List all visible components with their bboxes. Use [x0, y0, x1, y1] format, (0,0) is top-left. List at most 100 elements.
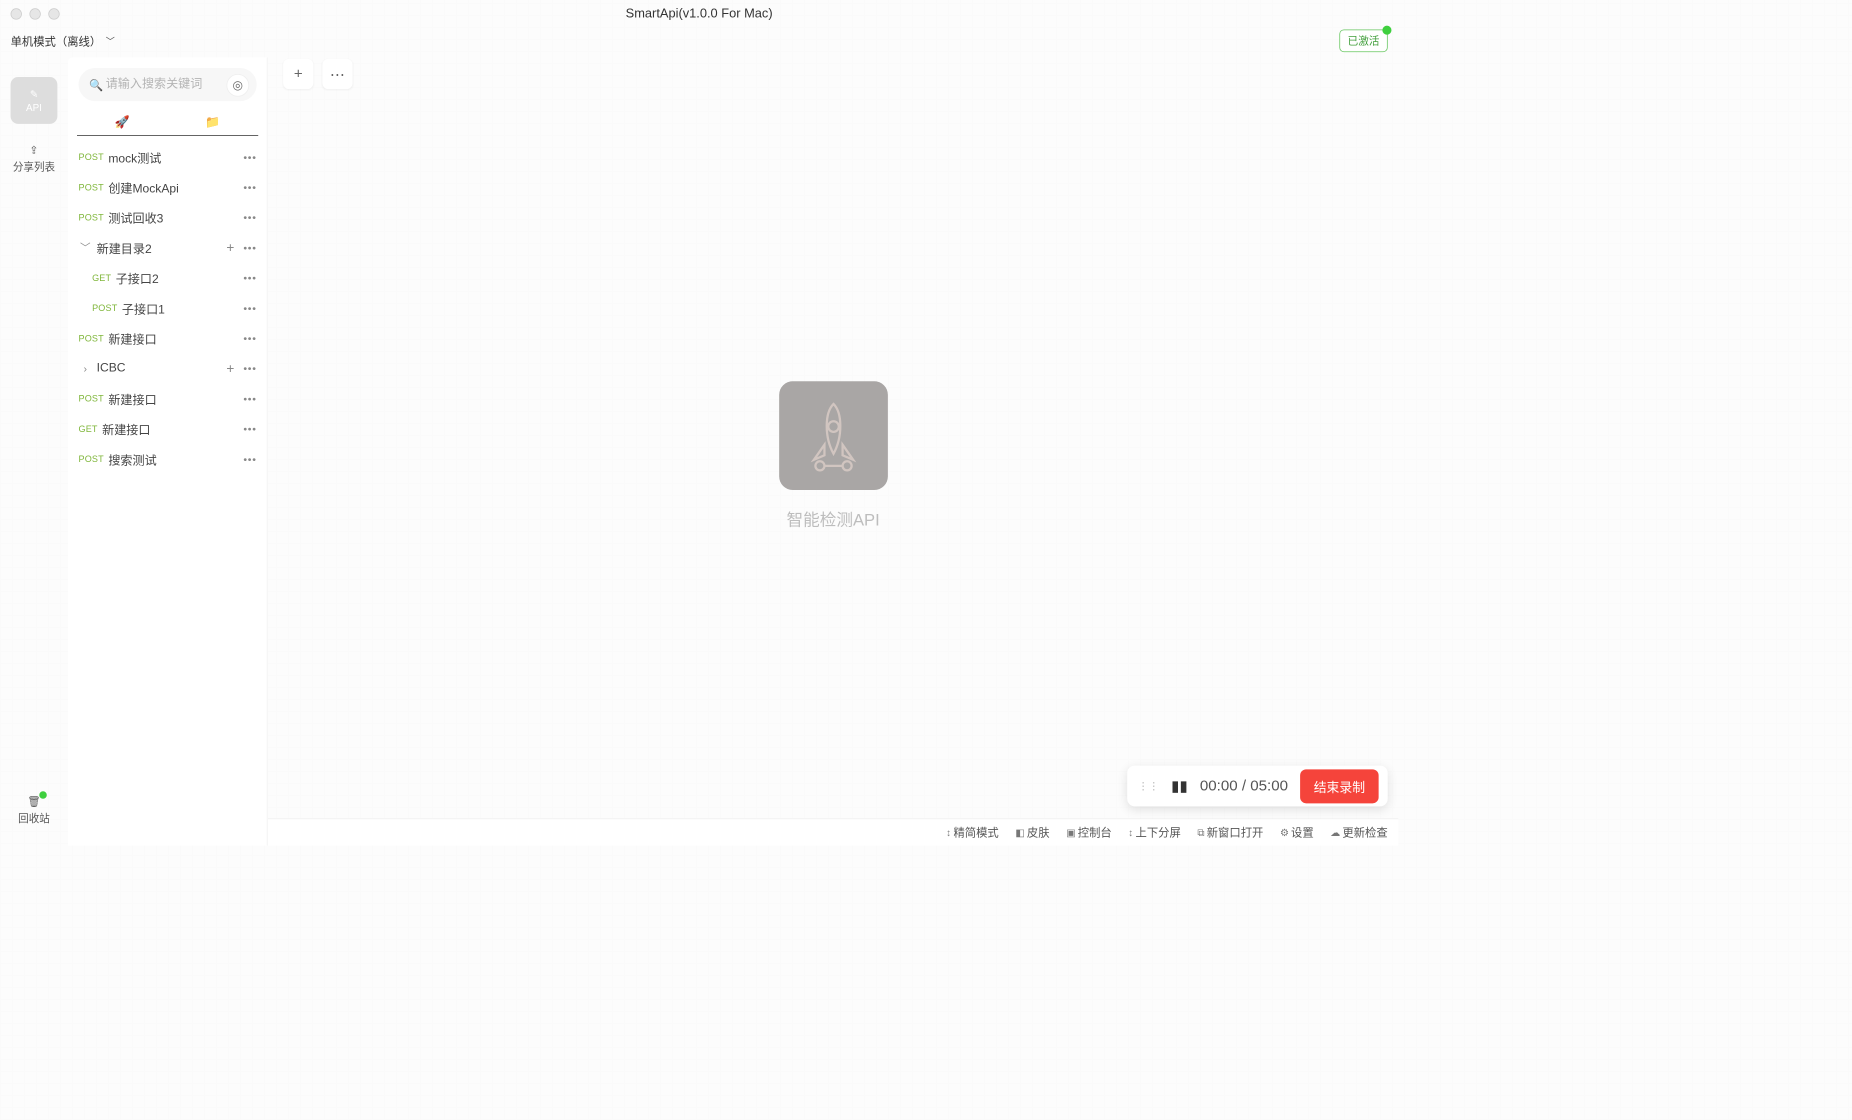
chevron-down-icon: ﹀: [106, 34, 115, 47]
mode-selector[interactable]: 单机模式（离线） ﹀: [11, 33, 115, 49]
gear-icon: ⚙: [1280, 826, 1289, 838]
nav-rail: ✎ API ⇪ 分享列表 🗑 回收站: [0, 54, 68, 845]
tab-rocket[interactable]: 🚀: [77, 109, 168, 135]
rail-trash-button[interactable]: 🗑 回收站: [18, 795, 50, 826]
api-row[interactable]: POST 新建接口 •••: [68, 323, 267, 353]
status-update[interactable]: ☁更新检查: [1330, 824, 1387, 840]
api-label: 搜索测试: [108, 450, 156, 468]
compact-icon: ↕: [946, 827, 951, 838]
window-title: SmartApi(v1.0.0 For Mac): [626, 6, 773, 21]
api-row[interactable]: POST 测试回收3 •••: [68, 202, 267, 232]
method-badge: POST: [79, 152, 104, 163]
empty-caption: 智能检测API: [787, 507, 880, 531]
api-label: 新建接口: [108, 390, 156, 408]
activation-badge[interactable]: 已激活: [1339, 29, 1387, 52]
rocket-icon: 🚀: [115, 114, 130, 129]
add-icon[interactable]: +: [226, 240, 234, 256]
cloud-icon: ☁: [1330, 826, 1340, 838]
recorder-sep: /: [1242, 777, 1246, 794]
empty-state: 智能检测API: [268, 94, 1398, 819]
folder-row[interactable]: › ICBC + •••: [68, 353, 267, 383]
more-icon[interactable]: •••: [243, 423, 256, 435]
more-icon[interactable]: •••: [243, 362, 256, 374]
newwin-icon: ⧉: [1197, 826, 1204, 838]
target-button[interactable]: ◎: [227, 74, 250, 97]
pause-button[interactable]: ▮▮: [1171, 777, 1188, 796]
tab-folder[interactable]: 📁: [168, 109, 259, 135]
zoom-icon[interactable]: [48, 8, 59, 19]
rail-share-button[interactable]: ⇪ 分享列表: [13, 143, 55, 174]
status-console[interactable]: ▣控制台: [1066, 824, 1112, 840]
api-row[interactable]: POST 子接口1 •••: [68, 293, 267, 323]
chevron-down-icon[interactable]: ﹀: [79, 240, 93, 255]
add-icon[interactable]: +: [226, 361, 234, 377]
api-row[interactable]: POST新建接口•••: [68, 384, 267, 414]
method-badge: POST: [79, 212, 104, 223]
recorder-widget[interactable]: ⋮⋮ ▮▮ 00:00 / 05:00 结束录制: [1127, 766, 1387, 807]
rocket-large-icon: [801, 399, 864, 471]
api-label: 子接口1: [122, 299, 165, 317]
more-icon[interactable]: •••: [243, 302, 256, 314]
status-compact[interactable]: ↕精简模式: [946, 824, 998, 840]
status-split[interactable]: ↕上下分屏: [1128, 824, 1180, 840]
method-badge: POST: [79, 454, 104, 465]
dots-icon: ⋯: [330, 65, 345, 84]
console-icon: ▣: [1066, 826, 1075, 838]
titlebar: SmartApi(v1.0.0 For Mac): [0, 0, 1398, 27]
api-label: mock测试: [108, 148, 161, 166]
api-label: 新建接口: [108, 329, 156, 347]
more-icon[interactable]: •••: [243, 242, 256, 254]
method-badge: GET: [79, 424, 98, 435]
api-row[interactable]: POST创建MockApi•••: [68, 172, 267, 202]
drag-handle-icon[interactable]: ⋮⋮: [1138, 780, 1159, 793]
pencil-icon: ✎: [30, 88, 38, 100]
api-list: POST mock测试 ••• POST 创建MockApi ••• POST 测试回收3 ••…: [68, 142, 267, 846]
rail-share-label: 分享列表: [13, 159, 55, 174]
api-row[interactable]: POST 搜索测试 •••: [68, 444, 267, 474]
api-label: 新建接口: [102, 420, 150, 438]
rail-api-label: API: [26, 102, 42, 113]
split-icon: ↕: [1128, 827, 1133, 838]
method-badge: POST: [79, 333, 104, 344]
folder-icon: 📁: [205, 114, 220, 129]
method-badge: POST: [92, 303, 117, 314]
tab-menu-button[interactable]: ⋯: [322, 59, 352, 89]
api-row[interactable]: GET子接口2•••: [68, 263, 267, 293]
minimize-icon[interactable]: [29, 8, 40, 19]
search-icon: 🔍: [89, 79, 103, 93]
skin-icon: ◧: [1015, 826, 1024, 838]
chevron-right-icon[interactable]: ›: [79, 362, 93, 374]
close-icon[interactable]: [11, 8, 22, 19]
more-icon[interactable]: •••: [243, 181, 256, 193]
more-icon[interactable]: •••: [243, 151, 256, 163]
status-settings[interactable]: ⚙设置: [1280, 824, 1314, 840]
folder-row[interactable]: ﹀ 新建目录2 + •••: [68, 233, 267, 263]
more-icon[interactable]: •••: [243, 211, 256, 223]
new-tab-button[interactable]: +: [283, 59, 313, 89]
folder-label: ICBC: [97, 362, 126, 376]
empty-logo: [779, 381, 888, 490]
api-label: 创建MockApi: [108, 178, 178, 196]
rail-api-button[interactable]: ✎ API: [11, 77, 58, 124]
share-icon: ⇪: [30, 143, 39, 156]
stop-recording-button[interactable]: 结束录制: [1300, 769, 1379, 803]
traffic-lights[interactable]: [11, 8, 60, 19]
api-sidebar: 🔍 ◎ 🚀 📁 POSTmock测试•••POST创建MockApi•••POS…: [68, 57, 268, 845]
status-bar: ↕精简模式 ◧皮肤 ▣控制台 ↕上下分屏 ⧉新窗口打开 ⚙设置 ☁更新检查: [268, 818, 1398, 845]
trash-icon: 🗑: [27, 795, 40, 808]
tab-bar: + ⋯: [268, 54, 1398, 93]
recorder-total: 05:00: [1250, 777, 1288, 794]
api-row[interactable]: GET 新建接口 •••: [68, 414, 267, 444]
status-skin[interactable]: ◧皮肤: [1015, 824, 1049, 840]
more-icon[interactable]: •••: [243, 393, 256, 405]
folder-label: 新建目录2: [97, 239, 152, 257]
api-row[interactable]: POST mock测试 •••: [68, 142, 267, 172]
rail-trash-label: 回收站: [18, 811, 50, 826]
more-icon[interactable]: •••: [243, 332, 256, 344]
more-icon[interactable]: •••: [243, 453, 256, 465]
status-newwin[interactable]: ⧉新窗口打开: [1197, 824, 1263, 840]
more-icon[interactable]: •••: [243, 272, 256, 284]
api-label: 测试回收3: [108, 208, 163, 226]
recorder-elapsed: 00:00: [1200, 777, 1238, 794]
plus-icon: +: [294, 65, 303, 82]
